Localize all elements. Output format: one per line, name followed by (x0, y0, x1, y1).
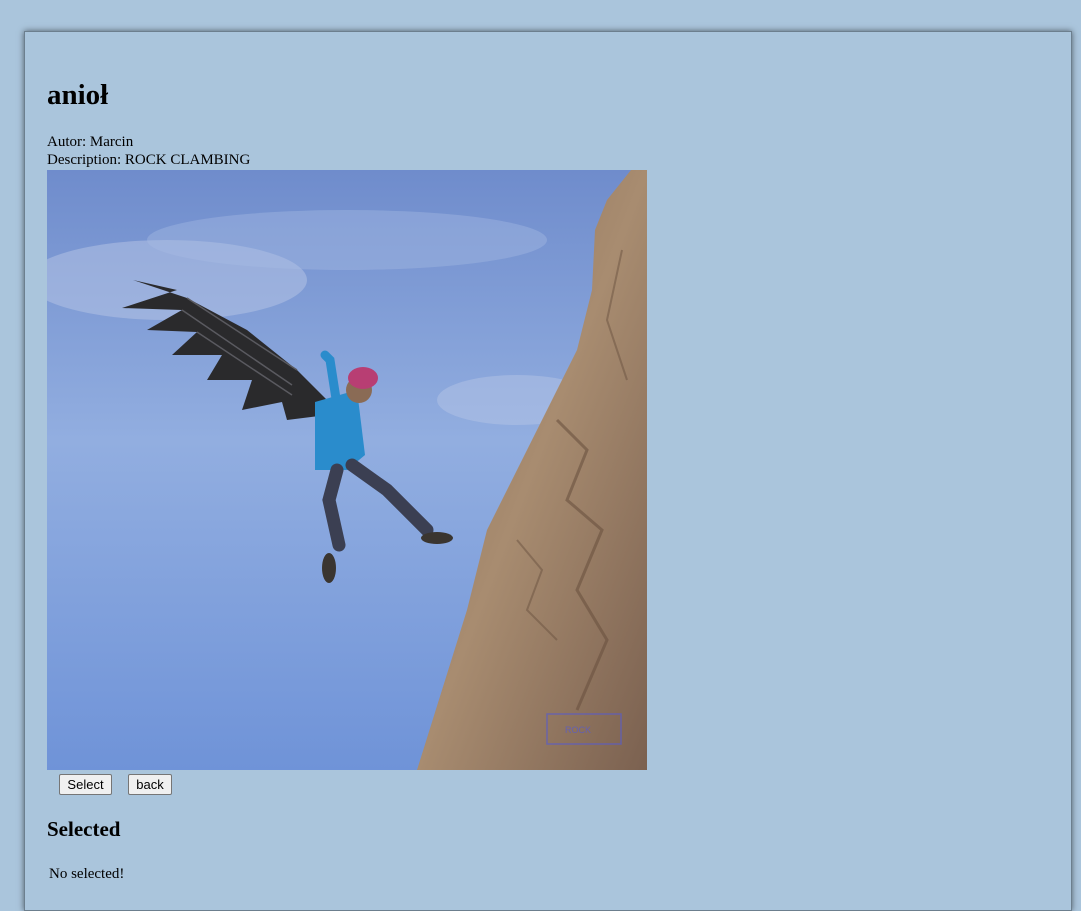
description-line: Description: ROCK CLAMBING (47, 152, 251, 168)
select-button[interactable]: Select (59, 774, 112, 795)
svg-text:ROCK: ROCK (565, 725, 591, 735)
page-title: anioł (47, 79, 109, 111)
post-image: ROCK (47, 170, 647, 770)
back-button[interactable]: back (128, 774, 172, 795)
post-panel: anioł Autor: Marcin Description: ROCK CL… (24, 31, 1072, 911)
author-line: Autor: Marcin (47, 134, 134, 150)
selected-status: No selected! (49, 866, 125, 882)
selected-heading: Selected (47, 817, 121, 841)
